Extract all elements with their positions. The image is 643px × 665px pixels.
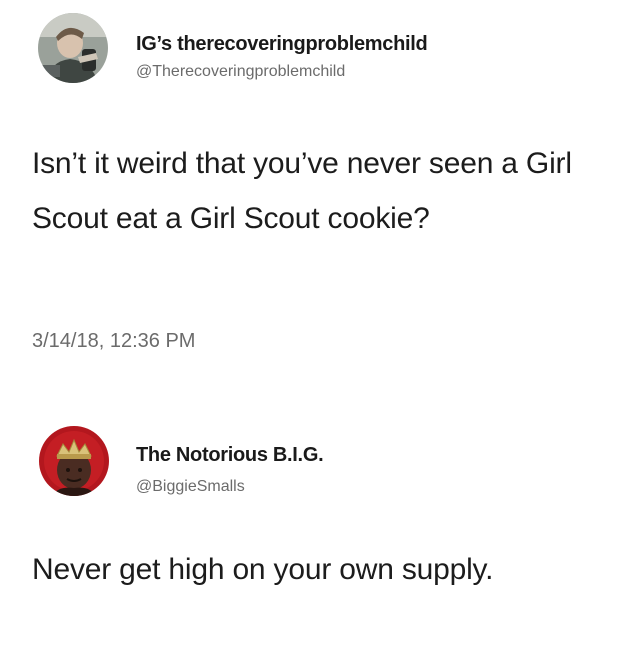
avatar[interactable]	[39, 426, 109, 496]
handle[interactable]: @Therecoveringproblemchild	[136, 63, 345, 81]
avatar[interactable]	[38, 13, 108, 83]
tweet-2: The Notorious B.I.G. @BiggieSmalls Never…	[0, 380, 643, 665]
profile-photo-icon	[38, 13, 108, 83]
handle[interactable]: @BiggieSmalls	[136, 478, 245, 496]
tweet-text: Isn’t it weird that you’ve never seen a …	[32, 147, 572, 235]
profile-photo-icon	[39, 426, 109, 496]
timestamp[interactable]: 3/14/18, 12:36 PM	[32, 330, 195, 353]
display-name[interactable]: The Notorious B.I.G.	[136, 444, 324, 467]
tweet-1: IG’s therecoveringproblemchild @Therecov…	[0, 0, 643, 380]
display-name[interactable]: IG’s therecoveringproblemchild	[136, 33, 428, 56]
tweet-text: Never get high on your own supply.	[32, 553, 494, 586]
